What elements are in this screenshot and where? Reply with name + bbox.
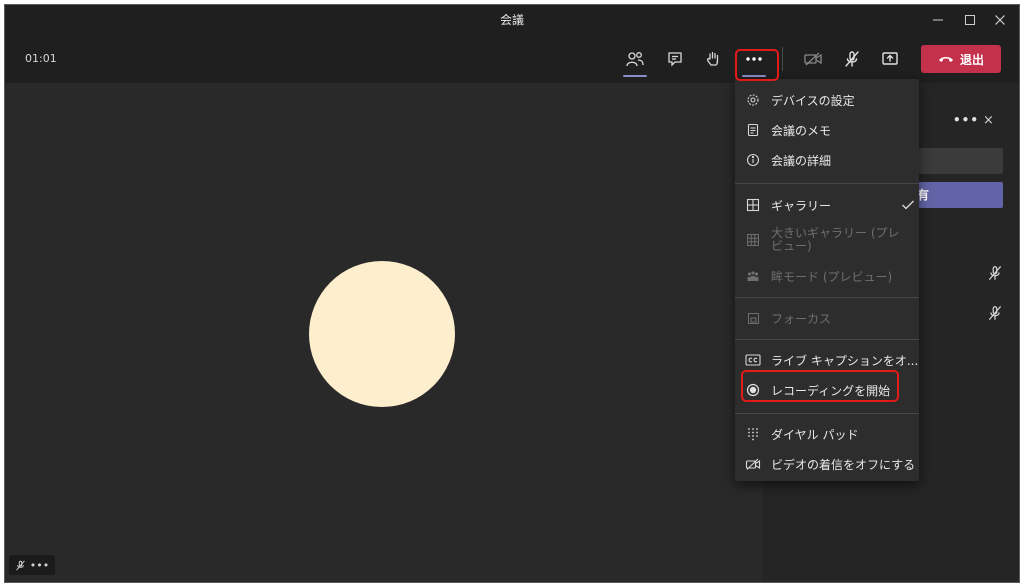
- menu-item-meeting-details[interactable]: 会議の詳細: [735, 145, 919, 175]
- active-tab-indicator: [742, 75, 766, 77]
- minimize-button[interactable]: [923, 5, 953, 35]
- dial-pad-icon: [748, 428, 758, 441]
- focus-icon: [747, 312, 759, 324]
- meeting-timer: 01:01: [25, 52, 57, 65]
- menu-item-focus: フォーカス: [735, 303, 919, 333]
- mic-off-icon: [16, 560, 25, 570]
- share-screen-button[interactable]: [874, 43, 906, 75]
- camera-toggle-button[interactable]: [797, 43, 829, 75]
- meeting-toolbar: 01:01 退出: [5, 35, 1019, 83]
- menu-item-device-settings[interactable]: デバイスの設定: [735, 85, 919, 115]
- raise-hand-button[interactable]: [697, 43, 729, 75]
- participant-avatar: [309, 261, 455, 407]
- meeting-window: 会議 01:01 退出 ••• × 有 ••• デバイスの設定 会議のメモ 会議…: [4, 4, 1020, 583]
- menu-divider: [735, 413, 919, 414]
- chat-button[interactable]: [659, 43, 691, 75]
- panel-more-button[interactable]: •••: [953, 113, 979, 127]
- menu-item-meeting-notes[interactable]: 会議のメモ: [735, 115, 919, 145]
- close-window-button[interactable]: [985, 5, 1015, 35]
- menu-divider: [735, 297, 919, 298]
- hang-up-icon: [938, 57, 953, 62]
- panel-text-field[interactable]: [913, 148, 1003, 174]
- menu-item-incoming-video-off[interactable]: ビデオの着信をオフにする: [735, 449, 919, 479]
- checkmark-icon: [902, 200, 914, 210]
- self-preview-more[interactable]: •••: [30, 559, 49, 572]
- participant-mic-status: [985, 303, 1005, 323]
- menu-item-gallery[interactable]: ギャラリー: [735, 190, 919, 220]
- raise-hand-icon: [706, 51, 719, 66]
- info-icon: [746, 153, 760, 167]
- menu-item-together-mode: 眸モード (プレビュー): [735, 261, 919, 291]
- close-icon: [995, 15, 1005, 25]
- participants-button[interactable]: [619, 43, 651, 77]
- gallery-icon: [746, 198, 760, 212]
- participants-icon: [626, 52, 644, 67]
- title-bar: 会議: [5, 5, 1019, 35]
- menu-item-start-recording[interactable]: レコーディングを開始: [735, 375, 919, 405]
- together-mode-icon: [747, 271, 759, 281]
- more-actions-menu: デバイスの設定 会議のメモ 会議の詳細 ギャラリー 大きいギャラリー (プレビュ…: [735, 79, 919, 481]
- chat-icon: [668, 52, 682, 67]
- panel-close-button[interactable]: ×: [983, 113, 994, 128]
- window-title: 会議: [499, 13, 524, 27]
- participant-mic-status: [985, 263, 1005, 283]
- leave-button[interactable]: 退出: [921, 45, 1001, 73]
- menu-divider: [735, 339, 919, 340]
- more-actions-button[interactable]: [738, 43, 770, 77]
- toolbar-divider: [782, 47, 783, 71]
- active-tab-indicator: [623, 75, 647, 77]
- menu-item-live-captions[interactable]: ライブ キャプションをオ...: [735, 345, 919, 375]
- mic-toggle-button[interactable]: [836, 43, 868, 75]
- menu-item-large-gallery: 大きいギャラリー (プレビュー): [735, 223, 919, 257]
- maximize-icon: [965, 15, 975, 25]
- maximize-button[interactable]: [955, 5, 985, 35]
- panel-share-button[interactable]: 有: [913, 182, 1003, 208]
- mic-off-icon: [845, 51, 859, 67]
- self-preview-controls[interactable]: •••: [9, 555, 55, 575]
- captions-icon: [745, 354, 761, 366]
- more-actions-icon: [746, 57, 762, 61]
- mic-off-icon: [989, 306, 1001, 320]
- camera-off-icon: [804, 52, 822, 66]
- gear-icon: [747, 94, 759, 106]
- notes-icon: [747, 123, 759, 137]
- mic-off-icon: [989, 266, 1001, 280]
- share-screen-icon: [882, 52, 898, 65]
- minimize-icon: [933, 19, 943, 21]
- menu-item-dial-pad[interactable]: ダイヤル パッド: [735, 419, 919, 449]
- leave-label: 退出: [959, 52, 984, 67]
- record-icon: [746, 383, 760, 397]
- video-off-icon: [745, 458, 761, 470]
- large-gallery-icon: [747, 234, 759, 246]
- menu-divider: [735, 183, 919, 184]
